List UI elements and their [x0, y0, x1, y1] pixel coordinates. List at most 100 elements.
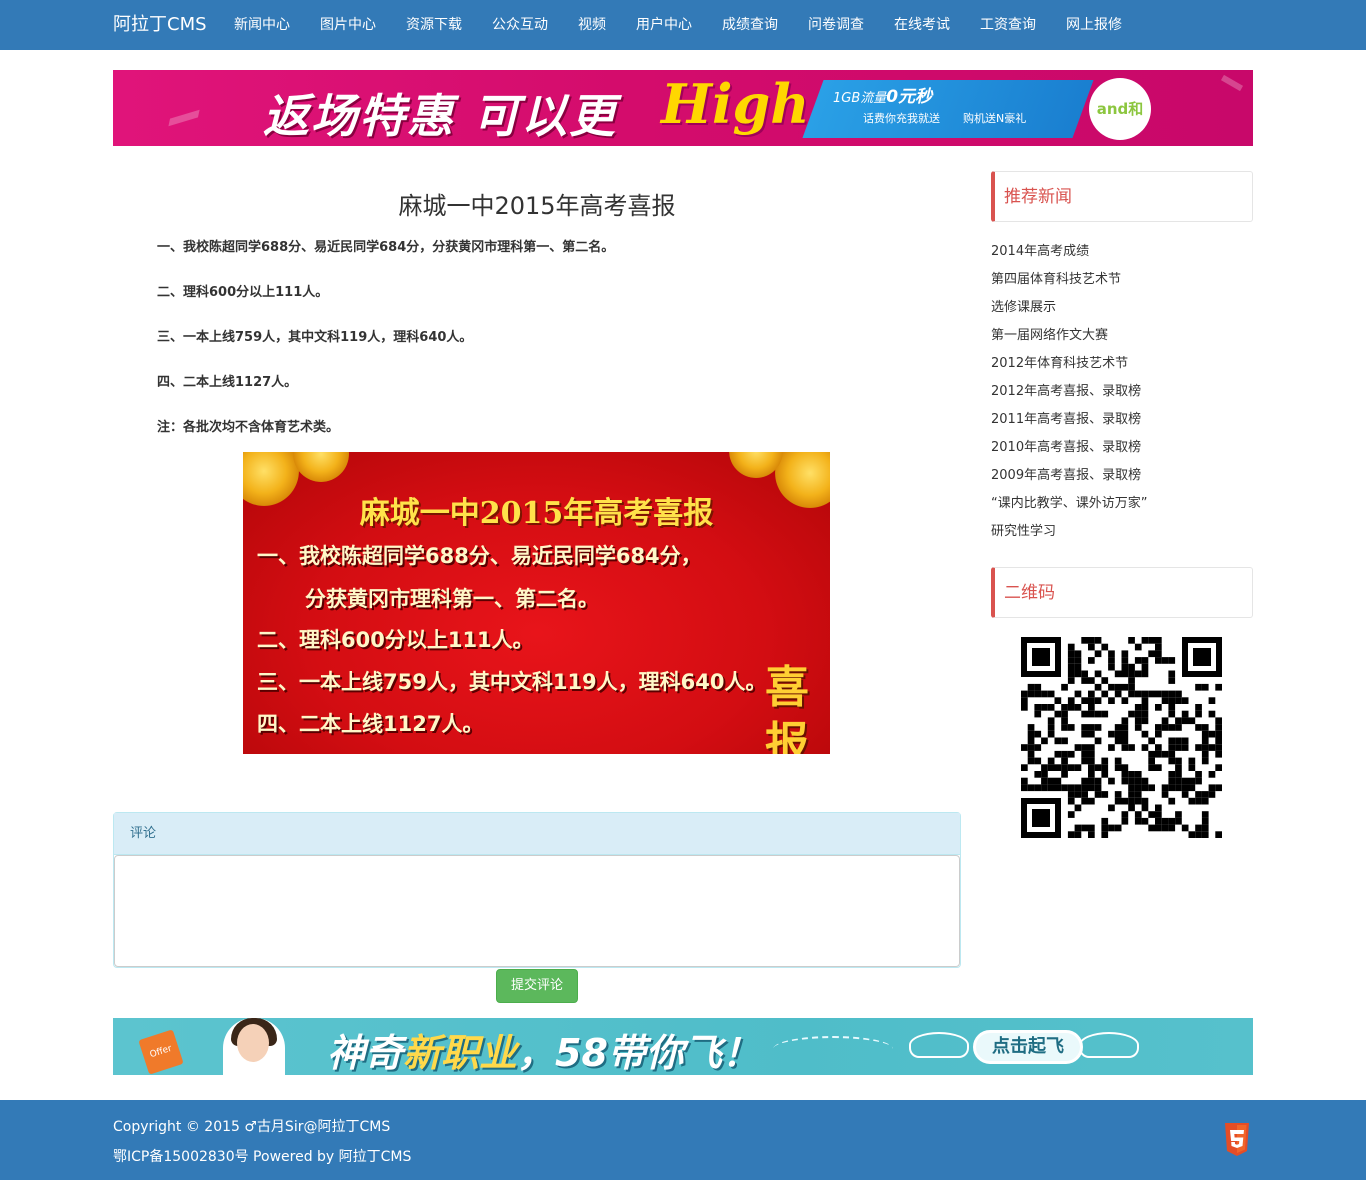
qr-module: [1047, 717, 1055, 725]
qr-module: [1148, 824, 1155, 832]
qr-module: [1074, 663, 1082, 671]
qr-module: [1148, 650, 1155, 658]
qr-module: [1061, 750, 1068, 758]
nav-item-survey[interactable]: 问卷调查: [793, 0, 879, 50]
qr-module: [1215, 744, 1222, 751]
qr-module: [1201, 724, 1209, 731]
qr-module: [1155, 690, 1162, 698]
qr-module: [1128, 777, 1135, 785]
nav-item-interaction[interactable]: 公众互动: [477, 0, 563, 50]
qr-module: [1155, 704, 1162, 711]
qr-module: [1134, 710, 1142, 718]
qr-module: [1155, 817, 1162, 825]
qr-module: [1181, 710, 1189, 718]
qr-module: [1168, 697, 1176, 704]
sidebar-news-link[interactable]: 2014年高考成绩: [991, 243, 1089, 261]
qr-module: [1034, 704, 1042, 711]
qr-module: [1141, 804, 1149, 812]
qr-module: [1067, 831, 1075, 838]
flower-decoration: [293, 452, 349, 482]
nav-item-news-center[interactable]: 新闻中心: [219, 0, 305, 50]
qr-module: [1141, 730, 1149, 738]
qr-module: [1128, 784, 1135, 792]
qr-module: [1161, 717, 1169, 725]
nav-item-downloads[interactable]: 资源下载: [391, 0, 477, 50]
qr-module: [1134, 777, 1142, 785]
qr-module: [1094, 724, 1102, 731]
nav-item-user-center[interactable]: 用户中心: [621, 0, 707, 50]
sidebar-news-link[interactable]: 2009年高考喜报、录取榜: [991, 467, 1141, 485]
qr-module: [1021, 784, 1028, 792]
qr-module: [1034, 730, 1042, 738]
comment-panel-header: 评论: [114, 813, 960, 855]
qr-module: [1047, 704, 1055, 711]
qr-module: [1128, 663, 1135, 671]
qr-module: [1021, 764, 1028, 771]
sidebar-news-link[interactable]: 2012年高考喜报、录取榜: [991, 383, 1141, 401]
qr-code-image: [1021, 637, 1222, 838]
qr-module: [1054, 737, 1062, 745]
poster-line: 分获黄冈市理科第一、第二名。: [305, 587, 599, 611]
sidebar-news-link[interactable]: 2011年高考喜报、录取榜: [991, 411, 1141, 429]
sidebar-news-link[interactable]: 选修课展示: [991, 299, 1056, 317]
sidebar-news-link[interactable]: “课内比教学、课外访万家”: [991, 495, 1147, 513]
qr-module: [1128, 771, 1135, 778]
top-ad-banner[interactable]: 返场特惠 可以更 High 1GB流量0元秒 话费你充我就送 购机送N豪礼 an…: [113, 70, 1253, 146]
sidebar-news-link[interactable]: 2012年体育科技艺术节: [991, 355, 1128, 373]
qr-module: [1181, 697, 1189, 704]
qr-module: [1081, 791, 1088, 798]
sidebar-news-link[interactable]: 2010年高考喜报、录取榜: [991, 439, 1141, 457]
qr-module: [1141, 697, 1149, 704]
qr-module: [1215, 737, 1222, 745]
nav-item-picture-center[interactable]: 图片中心: [305, 0, 391, 50]
qr-module: [1148, 811, 1155, 818]
qr-module: [1208, 791, 1216, 798]
qr-module: [1141, 690, 1149, 698]
qr-module: [1168, 771, 1176, 778]
sidebar-news-link[interactable]: 研究性学习: [991, 523, 1056, 541]
qr-module: [1195, 724, 1202, 731]
qr-module: [1134, 704, 1142, 711]
qr-module: [1067, 797, 1075, 805]
nav-item-video[interactable]: 视频: [563, 0, 621, 50]
qr-module: [1215, 831, 1222, 838]
qr-module: [1141, 710, 1149, 718]
qr-module: [1215, 730, 1222, 738]
nav-item-salary-query[interactable]: 工资查询: [965, 0, 1051, 50]
qr-module: [1121, 797, 1129, 805]
sidebar-news-link[interactable]: 第四届体育科技艺术节: [991, 271, 1121, 289]
qr-module: [1128, 690, 1135, 698]
qr-module: [1201, 791, 1209, 798]
qr-module: [1047, 757, 1055, 765]
comment-textarea[interactable]: [114, 855, 960, 967]
qr-module: [1061, 717, 1068, 725]
nav-item-score-query[interactable]: 成绩查询: [707, 0, 793, 50]
submit-comment-button[interactable]: 提交评论: [496, 969, 578, 1003]
qr-module: [1215, 724, 1222, 731]
brand-link[interactable]: 阿拉丁CMS: [113, 0, 207, 50]
qr-module: [1134, 657, 1142, 664]
qr-module: [1148, 750, 1155, 758]
article-paragraph: 二、理科600分以上111人。: [157, 285, 329, 300]
qr-module: [1208, 730, 1216, 738]
qr-module: [1027, 744, 1035, 751]
qr-module: [1121, 650, 1129, 658]
qr-module: [1081, 730, 1088, 738]
qr-module: [1168, 777, 1176, 785]
qr-module: [1134, 811, 1142, 818]
qr-module: [1168, 704, 1176, 711]
bottom-ad-banner[interactable]: Offer 神奇新职业，58带你飞！ 点击起飞: [113, 1018, 1253, 1075]
qr-module: [1141, 663, 1149, 671]
qr-module: [1101, 710, 1109, 718]
banner-person-image: [223, 1018, 285, 1075]
take-off-button[interactable]: 点击起飞: [973, 1030, 1083, 1064]
qr-module: [1215, 717, 1222, 725]
sidebar-news-link[interactable]: 第一届网络作文大赛: [991, 327, 1108, 345]
qr-module: [1114, 791, 1122, 798]
qr-module: [1067, 811, 1075, 818]
qr-module: [1081, 677, 1088, 684]
qr-module: [1081, 670, 1088, 678]
qr-module: [1074, 831, 1082, 838]
nav-item-repair-report[interactable]: 网上报修: [1051, 0, 1137, 50]
nav-item-online-exam[interactable]: 在线考试: [879, 0, 965, 50]
